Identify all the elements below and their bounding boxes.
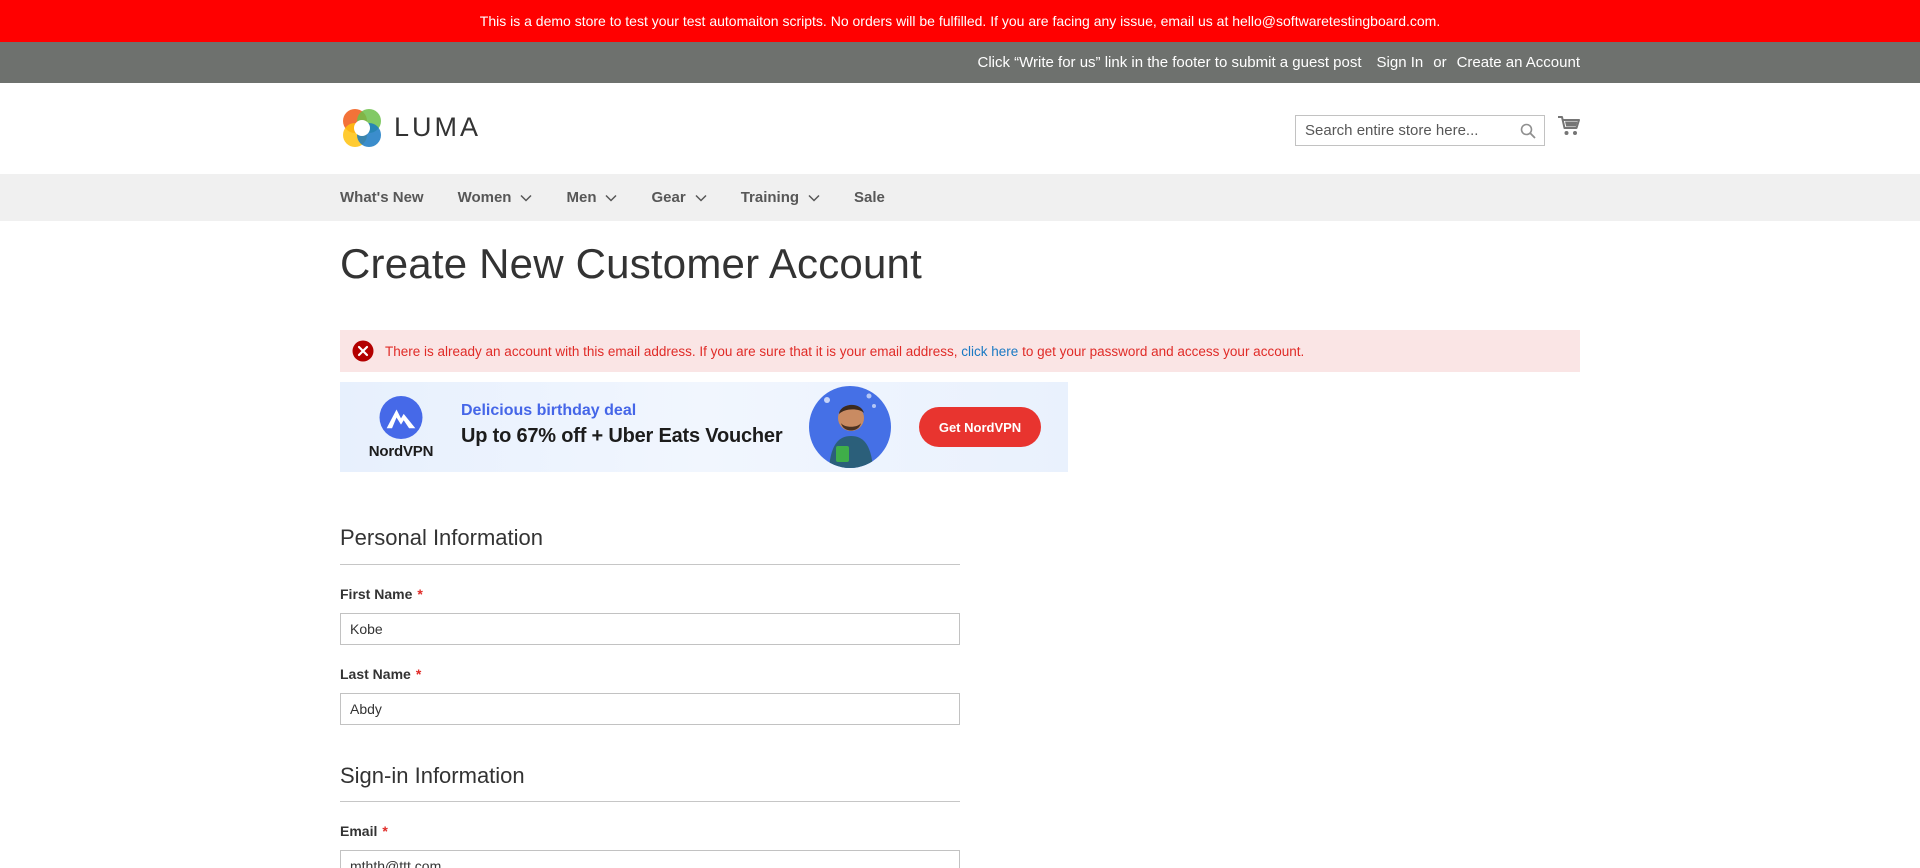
get-nordvpn-button[interactable]: Get NordVPN	[919, 407, 1041, 447]
logo-text: LUMA	[394, 112, 482, 142]
nav-item-label: Women	[457, 189, 512, 206]
section-divider	[340, 801, 960, 802]
nav-item-label: Training	[740, 189, 800, 206]
email-label-text: Email	[340, 823, 378, 839]
password-reset-link[interactable]: click here	[961, 344, 1018, 359]
chevron-down-icon	[695, 194, 707, 202]
error-icon	[352, 340, 374, 362]
last-name-label: Last Name *	[340, 666, 421, 682]
nordvpn-brand-text: NordVPN	[368, 443, 434, 460]
nordvpn-ad-banner[interactable]: NordVPN Delicious birthday deal Up to 67…	[340, 382, 1068, 472]
luma-logo-icon	[343, 108, 381, 147]
email-label: Email *	[340, 823, 388, 839]
chevron-down-icon	[605, 194, 618, 202]
nav-item-label: Men	[566, 189, 597, 206]
sign-in-information-title: Sign-in Information	[340, 763, 525, 788]
nav-item-label: Sale	[854, 189, 885, 206]
email-field[interactable]	[340, 850, 960, 868]
error-message: There is already an account with this em…	[340, 330, 1580, 372]
nav-item-men[interactable]: Men	[566, 189, 618, 206]
last-name-field[interactable]	[340, 693, 960, 725]
demo-store-banner: This is a demo store to test your test a…	[0, 0, 1920, 42]
create-account-link[interactable]: Create an Account	[1457, 54, 1580, 71]
chevron-down-icon	[520, 194, 533, 202]
required-asterisk: *	[415, 666, 422, 682]
error-text: There is already an account with this em…	[385, 344, 1304, 359]
chevron-down-icon	[808, 194, 820, 202]
shopping-cart-icon[interactable]	[1557, 115, 1581, 137]
first-name-field[interactable]	[340, 613, 960, 645]
first-name-label: First Name *	[340, 586, 423, 602]
error-text-start: There is already an account with this em…	[385, 343, 962, 359]
nordvpn-logo: NordVPN	[362, 396, 440, 460]
nav-item-training[interactable]: Training	[741, 189, 820, 206]
or-separator: or	[1433, 54, 1447, 71]
guest-post-notice: Click “Write for us” link in the footer …	[977, 54, 1362, 71]
site-header: LUMA	[0, 83, 1920, 174]
nav-item-label: What's New	[340, 189, 424, 206]
search-input[interactable]	[1305, 122, 1510, 139]
nav-item-women[interactable]: Women	[458, 189, 533, 206]
luma-logo[interactable]: LUMA	[340, 105, 481, 150]
ad-person-image	[809, 386, 891, 468]
nav-item-sale[interactable]: Sale	[854, 189, 885, 206]
ad-headline: Up to 67% off + Uber Eats Voucher	[461, 425, 783, 447]
main-navigation: What's New Women Men Gear Training Sale	[0, 174, 1920, 221]
search-box	[1295, 115, 1545, 146]
search-icon[interactable]	[1520, 123, 1536, 139]
person-illustration-icon	[824, 393, 876, 468]
ad-kicker-text: Delicious birthday deal	[461, 402, 637, 419]
top-links-bar: Click “Write for us” link in the footer …	[0, 42, 1920, 83]
personal-information-title: Personal Information	[340, 525, 543, 550]
nordvpn-mountain-icon	[379, 396, 423, 439]
last-name-label-text: Last Name	[340, 666, 411, 682]
nav-item-whats-new[interactable]: What's New	[340, 189, 424, 206]
nav-item-label: Gear	[651, 189, 686, 206]
demo-banner-text: This is a demo store to test your test a…	[479, 13, 1441, 29]
required-asterisk: *	[382, 823, 388, 839]
first-name-label-text: First Name	[340, 586, 413, 602]
error-text-end: to get your password and access your acc…	[1018, 343, 1305, 359]
page-title: Create New Customer Account	[340, 240, 922, 287]
required-asterisk: *	[417, 586, 423, 602]
nav-item-gear[interactable]: Gear	[651, 189, 707, 206]
sign-in-link[interactable]: Sign In	[1377, 54, 1424, 71]
section-divider	[340, 564, 960, 565]
